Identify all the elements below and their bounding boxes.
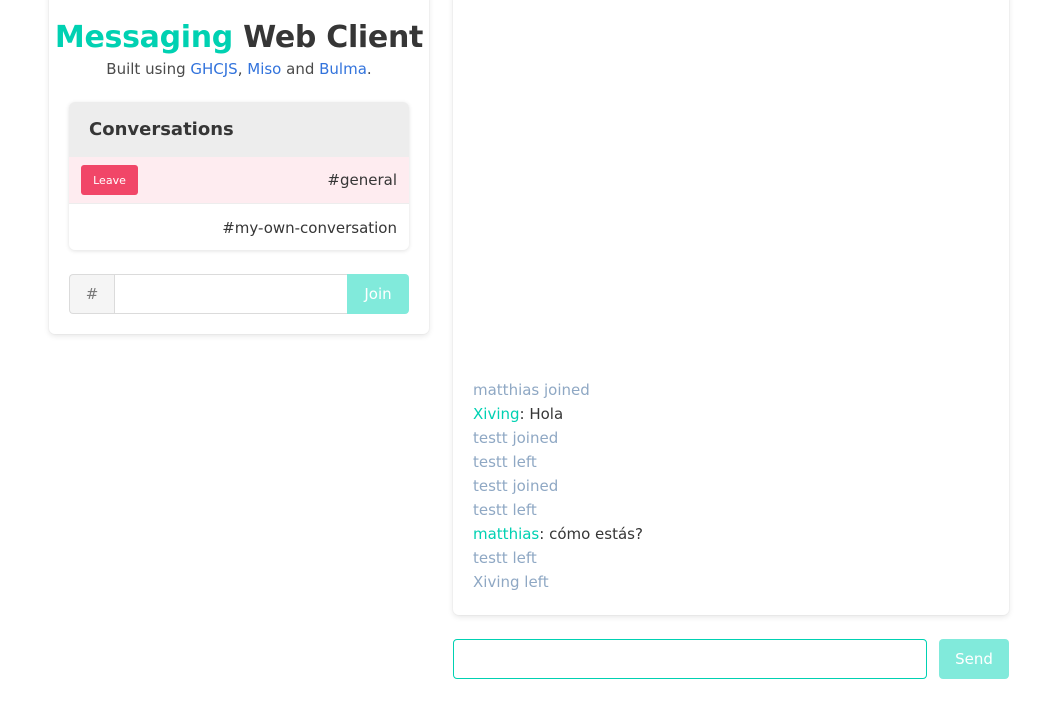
- ghcjs-link[interactable]: GHCJS: [190, 60, 237, 78]
- miso-link[interactable]: Miso: [247, 60, 281, 78]
- message-text: : cómo estás?: [539, 525, 643, 543]
- app-title-rest: Web Client: [243, 20, 424, 55]
- conversation-name: #general: [327, 171, 397, 189]
- message-author: Xiving: [473, 405, 520, 423]
- message-item: Xiving: Hola: [473, 402, 989, 426]
- message-item: testt joined: [473, 477, 559, 495]
- conversation-item-my-own-conversation[interactable]: #my-own-conversation: [69, 204, 409, 250]
- message-item: matthias: cómo estás?: [473, 522, 989, 546]
- message-item: testt left: [473, 501, 537, 519]
- messages-card: matthias joined Xiving: Hola testt joine…: [453, 0, 1009, 615]
- message-author: matthias: [473, 525, 540, 543]
- message-item: testt left: [473, 549, 537, 567]
- conversation-item-general[interactable]: Leave #general: [69, 157, 409, 204]
- message-input[interactable]: [453, 639, 927, 679]
- join-button[interactable]: Join: [347, 274, 409, 314]
- bulma-link[interactable]: Bulma: [319, 60, 367, 78]
- hash-icon: #: [69, 274, 114, 314]
- app-title: Messaging Web Client: [49, 20, 429, 56]
- conversation-name: #my-own-conversation: [222, 218, 397, 237]
- conversation-name-input[interactable]: [114, 274, 347, 314]
- message-item: Xiving left: [473, 573, 549, 591]
- message-item: testt joined: [473, 429, 559, 447]
- leave-button[interactable]: Leave: [81, 165, 138, 195]
- subtitle-suffix: .: [366, 60, 372, 78]
- send-button[interactable]: Send: [939, 639, 1009, 679]
- join-conversation-form: # Join: [69, 274, 409, 314]
- subtitle-sep: and: [281, 60, 320, 78]
- app-title-accent: Messaging: [54, 20, 233, 55]
- message-item: matthias joined: [473, 381, 590, 399]
- message-text: : Hola: [519, 405, 564, 423]
- message-list: matthias joined Xiving: Hola testt joine…: [473, 378, 989, 594]
- app-subtitle: Built using GHCJS, Miso and Bulma.: [49, 59, 429, 79]
- conversations-panel: Conversations Leave #general #my-own-con…: [69, 102, 409, 250]
- sidebar-card: Messaging Web Client Built using GHCJS, …: [49, 0, 429, 334]
- subtitle-prefix: Built using: [106, 60, 191, 78]
- conversations-heading: Conversations: [69, 102, 409, 157]
- subtitle-sep: ,: [237, 60, 248, 78]
- message-item: testt left: [473, 453, 537, 471]
